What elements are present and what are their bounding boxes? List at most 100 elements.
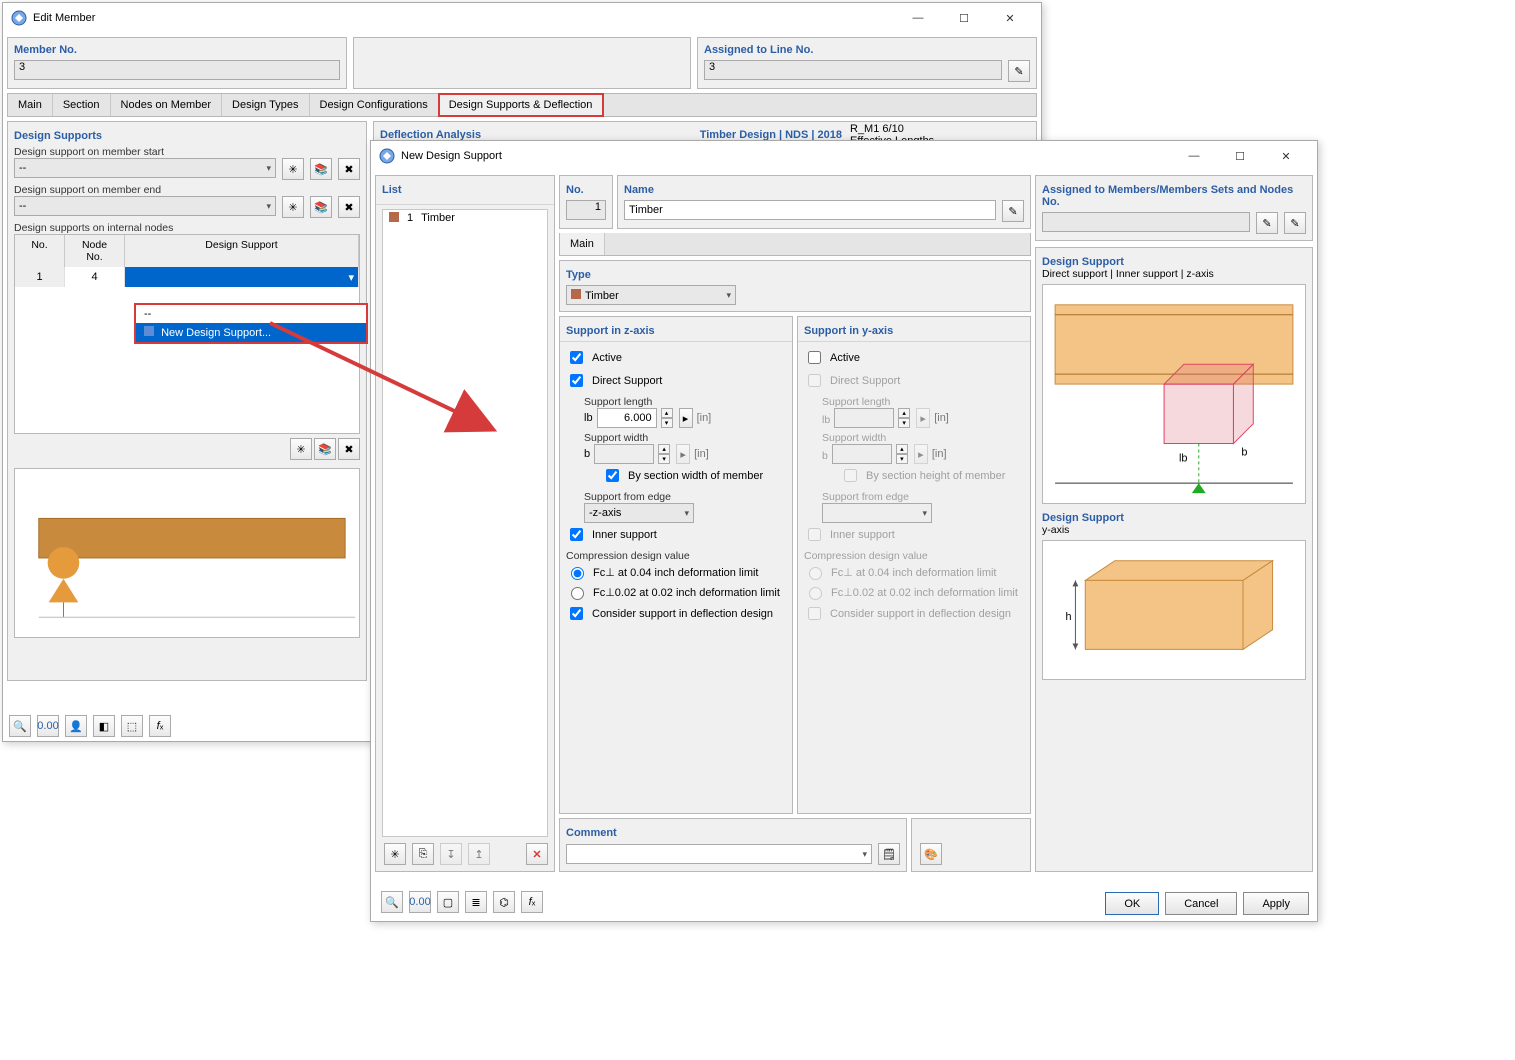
member-no-field[interactable]: 3 <box>14 60 340 80</box>
nds-no-field[interactable]: 1 <box>566 200 606 220</box>
pick-line-button[interactable]: ✎ <box>1008 60 1030 82</box>
ds-start-delete-button[interactable]: ✖ <box>338 158 360 180</box>
ds-end-new-button[interactable]: ✳ <box>282 196 304 218</box>
preview2-sub: y-axis <box>1042 524 1306 536</box>
y-from-edge-label: Support from edge <box>822 491 1024 503</box>
y-by-section-checkbox: By section height of member <box>822 464 1024 487</box>
y-heading: Support in y-axis <box>804 325 1024 337</box>
y-inner-checkbox: Inner support <box>804 523 1024 546</box>
ok-button[interactable]: OK <box>1105 892 1159 915</box>
list-item[interactable]: 1 Timber <box>383 210 547 226</box>
z-len-menu[interactable]: ▸ <box>679 408 693 428</box>
tab-design-config[interactable]: Design Configurations <box>310 94 439 116</box>
z-wid-menu: ▸ <box>676 444 690 464</box>
view-button-1[interactable]: 👤 <box>65 715 87 737</box>
assigned-line-field[interactable]: 3 <box>704 60 1002 80</box>
z-by-section-checkbox[interactable]: By section width of member <box>584 464 786 487</box>
app-icon <box>11 10 27 26</box>
cell-ds-combo[interactable]: ▾ <box>125 267 359 287</box>
tab-main[interactable]: Main <box>8 94 53 116</box>
nds-name-edit-button[interactable]: ✎ <box>1002 200 1024 222</box>
cancel-button[interactable]: Cancel <box>1165 892 1237 915</box>
z-active-checkbox[interactable]: Active <box>566 346 786 369</box>
y-cdv-label: Compression design value <box>804 550 1024 562</box>
minimize-button[interactable]: — <box>895 3 941 33</box>
member-no-label: Member No. <box>14 44 340 56</box>
list-new-button[interactable]: ✳ <box>384 843 406 865</box>
nds-units-button[interactable]: 0.00 <box>409 891 431 913</box>
window-title: Edit Member <box>33 12 95 24</box>
comment-note-button[interactable]: 🗒 <box>878 843 900 865</box>
list-copy-button[interactable]: ⎘ <box>412 843 434 865</box>
y-len-input <box>834 408 894 428</box>
z-len-up[interactable]: ▴ <box>661 408 673 418</box>
svg-text:b: b <box>1241 446 1247 458</box>
y-active-checkbox[interactable]: Active <box>804 346 1024 369</box>
nds-maximize-button[interactable]: ☐ <box>1217 141 1263 171</box>
nds-close-button[interactable]: ✕ <box>1263 141 1309 171</box>
preview-z: lb b <box>1042 284 1306 504</box>
apply-button[interactable]: Apply <box>1243 892 1309 915</box>
nds-tree-button[interactable]: ⌬ <box>493 891 515 913</box>
view-button-3[interactable]: ⬚ <box>121 715 143 737</box>
nds-assigned-field[interactable] <box>1042 212 1250 232</box>
nds-name-field[interactable] <box>624 200 996 220</box>
nds-name-label: Name <box>624 184 1024 196</box>
list-out-button[interactable]: ↥ <box>468 843 490 865</box>
z-radio-004[interactable]: Fc⊥ at 0.04 inch deformation limit <box>566 562 786 582</box>
pick-members-button[interactable]: ✎ <box>1256 212 1278 234</box>
y-consider-checkbox: Consider support in deflection design <box>804 602 1024 625</box>
tab-section[interactable]: Section <box>53 94 111 116</box>
ds-start-new-button[interactable]: ✳ <box>282 158 304 180</box>
nds-tab-main[interactable]: Main <box>560 233 605 255</box>
preview-y: h <box>1042 540 1306 680</box>
preview1-heading: Design Support <box>1042 256 1306 268</box>
nds-script-button[interactable]: fₓ <box>521 891 543 913</box>
nds-assigned-label: Assigned to Members/Members Sets and Nod… <box>1042 184 1306 208</box>
ds-end-combo[interactable]: --▾ <box>14 196 276 216</box>
z-direct-checkbox[interactable]: Direct Support <box>566 369 786 392</box>
colorize-button[interactable]: 🎨 <box>920 843 942 865</box>
nds-find-button[interactable]: 🔍 <box>381 891 403 913</box>
ds-start-library-button[interactable]: 📚 <box>310 158 332 180</box>
design-supports-heading: Design Supports <box>14 130 360 142</box>
nds-type-label: Type <box>566 269 1024 281</box>
nds-layers-button[interactable]: ≣ <box>465 891 487 913</box>
y-wid-label: Support width <box>822 432 1024 444</box>
z-radio-002[interactable]: Fc⊥0.02 at 0.02 inch deformation limit <box>566 582 786 602</box>
pick-nodes-button[interactable]: ✎ <box>1284 212 1306 234</box>
maximize-button[interactable]: ☐ <box>941 3 987 33</box>
close-button[interactable]: ✕ <box>987 3 1033 33</box>
ds-end-delete-button[interactable]: ✖ <box>338 196 360 218</box>
tabstrip: Main Section Nodes on Member Design Type… <box>7 93 1037 117</box>
z-from-edge-combo[interactable]: -z-axis▾ <box>584 503 694 523</box>
z-wid-sym: b <box>584 448 590 460</box>
z-consider-checkbox[interactable]: Consider support in deflection design <box>566 602 786 625</box>
z-inner-checkbox[interactable]: Inner support <box>566 523 786 546</box>
tab-design-supports-deflection[interactable]: Design Supports & Deflection <box>439 94 604 116</box>
list-delete-button[interactable]: ✕ <box>526 843 548 865</box>
tab-nodes[interactable]: Nodes on Member <box>111 94 223 116</box>
edit-member-titlebar: Edit Member — ☐ ✕ <box>3 3 1041 33</box>
find-button[interactable]: 🔍 <box>9 715 31 737</box>
z-len-label: Support length <box>584 396 786 408</box>
col-no: No. <box>15 235 65 267</box>
script-button[interactable]: fₓ <box>149 715 171 737</box>
view-button-2[interactable]: ◧ <box>93 715 115 737</box>
cell-no: 1 <box>15 267 65 287</box>
nds-minimize-button[interactable]: — <box>1171 141 1217 171</box>
units-button[interactable]: 0.00 <box>37 715 59 737</box>
nds-box-button[interactable]: ▢ <box>437 891 459 913</box>
col-design-support: Design Support <box>125 235 359 267</box>
ds-end-library-button[interactable]: 📚 <box>310 196 332 218</box>
tab-design-types[interactable]: Design Types <box>222 94 309 116</box>
comment-combo[interactable]: ▾ <box>566 844 872 864</box>
z-len-input[interactable]: 6.000 <box>597 408 657 428</box>
assigned-line-label: Assigned to Line No. <box>704 44 1030 56</box>
comment-label: Comment <box>566 827 900 839</box>
app-icon <box>379 148 395 164</box>
nds-type-combo[interactable]: Timber ▾ <box>566 285 736 305</box>
list-in-button[interactable]: ↧ <box>440 843 462 865</box>
ds-start-combo[interactable]: --▾ <box>14 158 276 178</box>
z-len-dn[interactable]: ▾ <box>661 418 673 428</box>
